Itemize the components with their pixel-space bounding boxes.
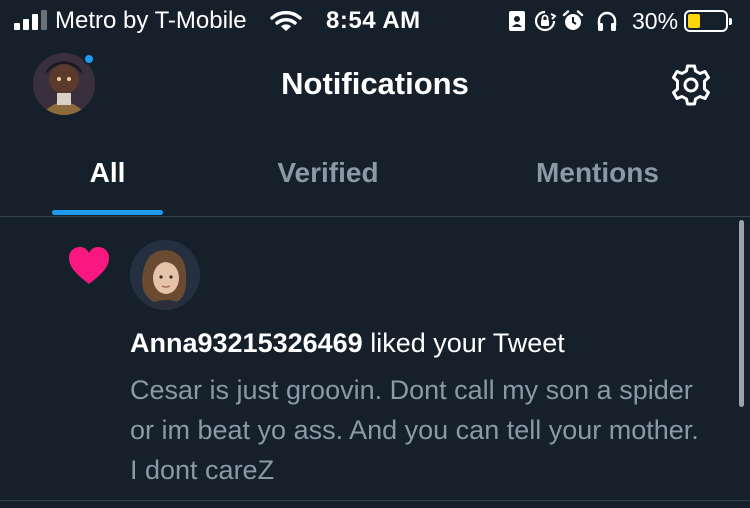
status-time: 8:54 AM [326, 7, 421, 34]
status-bar: Metro by T-Mobile 8:54 AM 30% [0, 0, 750, 42]
notification-summary: Anna93215326469 liked your Tweet [130, 328, 565, 359]
headphones-icon [597, 11, 617, 31]
carrier-name: Metro by T-Mobile [55, 7, 247, 34]
contact-card-icon [509, 11, 525, 31]
tab-all[interactable]: All [52, 157, 163, 189]
notification-item[interactable]: Anna93215326469 liked your Tweet Cesar i… [0, 218, 750, 500]
tab-verified[interactable]: Verified [258, 157, 398, 189]
rotation-lock-icon [534, 10, 556, 32]
battery-icon [684, 10, 733, 32]
user-avatar[interactable] [130, 240, 200, 310]
tweet-text: Cesar is just groovin. Dont call my son … [130, 375, 699, 485]
battery-percent: 30% [632, 7, 679, 34]
battery-level [688, 14, 701, 28]
wifi-icon [270, 10, 302, 31]
notification-username[interactable]: Anna93215326469 [130, 328, 363, 358]
notification-dot [83, 53, 95, 65]
heart-icon [69, 247, 109, 284]
signal-icon [14, 10, 47, 30]
settings-gear-icon[interactable] [668, 62, 714, 108]
alarm-icon [562, 10, 584, 30]
status-icons: 30% [506, 7, 733, 35]
tab-mentions[interactable]: Mentions [515, 157, 680, 189]
notification-tabs: All Verified Mentions [0, 140, 750, 217]
page-title: Notifications [281, 66, 469, 101]
scrollbar[interactable] [739, 220, 744, 407]
divider [0, 500, 750, 501]
active-tab-indicator [52, 210, 163, 215]
notification-action: liked your Tweet [370, 328, 565, 358]
